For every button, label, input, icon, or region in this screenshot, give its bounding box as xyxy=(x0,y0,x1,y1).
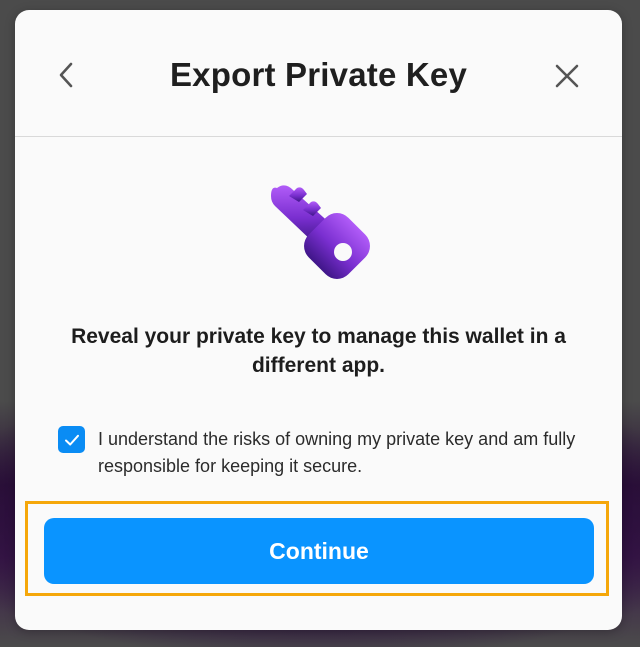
back-button[interactable] xyxy=(51,58,81,92)
close-icon xyxy=(555,64,579,88)
chevron-left-icon xyxy=(59,62,73,88)
close-button[interactable] xyxy=(550,59,584,93)
export-private-key-dialog: Export Private Key Reveal your private k… xyxy=(15,10,622,630)
key-icon xyxy=(271,185,370,279)
continue-button[interactable]: Continue xyxy=(44,518,594,584)
consent-label: I understand the risks of owning my priv… xyxy=(98,429,576,476)
checkmark-icon xyxy=(64,434,79,445)
dialog-title: Export Private Key xyxy=(169,56,468,93)
dialog-header: Export Private Key xyxy=(15,10,622,137)
consent-checkbox[interactable] xyxy=(58,426,85,453)
reveal-message: Reveal your private key to manage this w… xyxy=(71,325,566,377)
